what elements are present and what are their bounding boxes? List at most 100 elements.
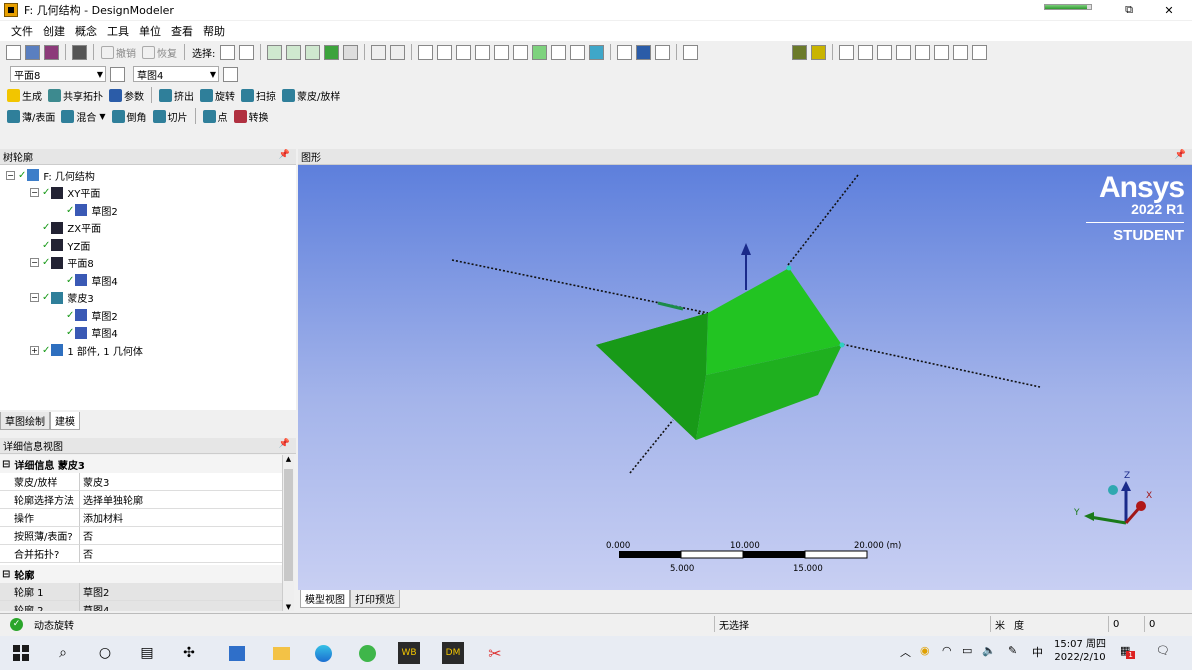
tab-model-view[interactable]: 模型视图 (300, 590, 350, 608)
ime-indicator[interactable]: 中 (1032, 644, 1043, 660)
close-button[interactable]: ✕ (1146, 0, 1192, 20)
triad-toggle-icon[interactable] (617, 44, 633, 60)
scroll-down-icon[interactable]: ▼ (283, 603, 294, 611)
save-as-icon[interactable] (44, 44, 59, 60)
details-row[interactable]: 轮廓 2草图4 (0, 601, 282, 611)
tree-node[interactable]: ✓ 草图2 (54, 202, 118, 218)
convert-button[interactable]: 转换 (231, 108, 272, 125)
display-plane-icon[interactable] (636, 44, 652, 60)
task-view-icon[interactable]: ▤ (136, 642, 158, 664)
zoom-box-icon[interactable] (494, 44, 510, 60)
zoom-icon[interactable] (456, 44, 472, 60)
app-icon[interactable]: ✣ (178, 642, 200, 664)
scroll-up-icon[interactable]: ▲ (283, 455, 294, 463)
sweep-button[interactable]: 扫掠 (238, 87, 279, 104)
zoom-in-icon[interactable] (475, 44, 491, 60)
look-at-icon[interactable] (683, 44, 699, 60)
menu-file[interactable]: 文件 (6, 23, 38, 39)
tab-sketching[interactable]: 草图绘制 (0, 412, 50, 430)
extrude-button[interactable]: 挤出 (156, 87, 197, 104)
expand-toggle-icon[interactable]: + (30, 345, 39, 355)
tab-print-preview[interactable]: 打印预览 (350, 590, 400, 608)
tree-node[interactable]: + ✓ 1 部件, 1 几何体 (30, 342, 143, 358)
zoom-out-icon[interactable] (551, 44, 567, 60)
blend-button[interactable]: 混合 ▼ (58, 108, 108, 125)
details-scrollbar[interactable]: ▲ ▼ (282, 455, 294, 611)
windows-start-icon[interactable] (10, 642, 32, 664)
notes-icon[interactable]: ▦1 (1120, 644, 1139, 659)
screenshot-icon[interactable] (72, 44, 87, 60)
zoom-to-selection-icon[interactable] (532, 44, 548, 60)
tree-node[interactable]: − ✓ 蒙皮3 (30, 290, 94, 306)
volume-icon[interactable]: 🔈 (982, 644, 996, 657)
search-icon[interactable]: ⌕ (52, 642, 74, 664)
display-edges-icon[interactable] (811, 44, 827, 60)
edge-tool-2-icon[interactable] (858, 44, 874, 60)
snipping-tool-icon[interactable]: ✂ (484, 642, 506, 664)
pen-icon[interactable]: ✎ (1008, 644, 1017, 657)
extend-select-icon[interactable] (343, 44, 359, 60)
pin-icon[interactable]: 📌 (279, 150, 290, 160)
plane-dropdown[interactable]: 平面8 ▼ (10, 66, 106, 82)
select-point-icon[interactable] (267, 44, 283, 60)
tree-node[interactable]: ✓ 草图4 (54, 325, 118, 341)
pin-tool-icon[interactable] (953, 44, 969, 60)
new-plane-icon[interactable] (110, 66, 125, 82)
menu-view[interactable]: 查看 (166, 23, 198, 39)
box-select-all-icon[interactable] (390, 44, 406, 60)
expand-toggle-icon[interactable]: − (6, 170, 15, 180)
edge-browser-icon[interactable] (312, 642, 334, 664)
redo-button[interactable]: 恢复 (139, 44, 180, 61)
save-icon[interactable] (25, 44, 40, 60)
clock[interactable]: 15:07 周四 2022/2/10 (1054, 638, 1106, 664)
tree-node[interactable]: − ✓ 平面8 (30, 255, 94, 271)
designmodeler-taskbar-icon[interactable]: DM (442, 642, 464, 664)
edge-tool-6-icon[interactable] (934, 44, 950, 60)
tray-app-icon[interactable]: ◉ (920, 644, 930, 657)
pin-icon[interactable]: 📌 (1175, 150, 1186, 160)
tab-modeling[interactable]: 建模 (50, 412, 80, 430)
expand-toggle-icon[interactable]: − (30, 293, 39, 302)
menu-help[interactable]: 帮助 (198, 23, 230, 39)
model-canvas[interactable]: Z Y X 0.000 10.000 20.000 (m) 5.000 15.0… (298, 165, 1192, 590)
wifi-icon[interactable]: ◠ (942, 644, 952, 657)
select-body-icon[interactable] (324, 44, 340, 60)
rotate-icon[interactable] (418, 44, 434, 60)
expand-toggle-icon[interactable]: − (30, 258, 39, 267)
menu-create[interactable]: 创建 (38, 23, 70, 39)
details-section-header[interactable]: ⊟ 轮廓 (0, 565, 282, 583)
battery-icon[interactable]: ▭ (962, 644, 972, 657)
flag-tool-icon[interactable] (972, 44, 988, 60)
tray-chevron-icon[interactable]: ︿ (900, 644, 911, 660)
pin-icon[interactable]: 📌 (279, 439, 290, 449)
graphics-viewport[interactable]: Z Y X 0.000 10.000 20.000 (m) 5.000 15.0… (298, 165, 1192, 590)
parameters-button[interactable]: 参数 (106, 87, 147, 104)
expand-toggle-icon[interactable]: − (30, 188, 39, 197)
revolve-button[interactable]: 旋转 (197, 87, 238, 104)
box-select-icon[interactable] (371, 44, 387, 60)
pan-icon[interactable] (437, 44, 453, 60)
tree-node[interactable]: ✓ 草图2 (54, 307, 118, 323)
select-face-icon[interactable] (305, 44, 321, 60)
edge-tool-3-icon[interactable] (877, 44, 893, 60)
green-app-icon[interactable] (356, 642, 378, 664)
edge-tool-1-icon[interactable] (839, 44, 855, 60)
point-button[interactable]: 点 (200, 108, 231, 125)
chamfer-button[interactable]: 倒角 (109, 108, 150, 125)
slice-button[interactable]: 切片 (150, 108, 191, 125)
share-topology-button[interactable]: 共享拓扑 (45, 87, 106, 104)
action-center-icon[interactable]: 🗨 (1156, 644, 1170, 657)
tree-node[interactable]: − ✓ F: 几何结构 (6, 167, 95, 183)
details-row[interactable]: 合并拓扑? 否 (0, 545, 282, 563)
edge-tool-5-icon[interactable] (915, 44, 931, 60)
store-icon[interactable] (226, 642, 248, 664)
workbench-icon[interactable]: WB (398, 642, 420, 664)
new-sketch-icon[interactable] (223, 66, 238, 82)
select-edge-icon[interactable] (286, 44, 302, 60)
skin-loft-button[interactable]: 蒙皮/放样 (279, 87, 343, 104)
menu-units[interactable]: 单位 (134, 23, 166, 39)
display-point-icon[interactable] (655, 44, 671, 60)
details-row[interactable]: 轮廓 1 草图2 (0, 583, 282, 601)
file-explorer-icon[interactable] (270, 642, 292, 664)
sketch-dropdown[interactable]: 草图4 ▼ (133, 66, 219, 82)
